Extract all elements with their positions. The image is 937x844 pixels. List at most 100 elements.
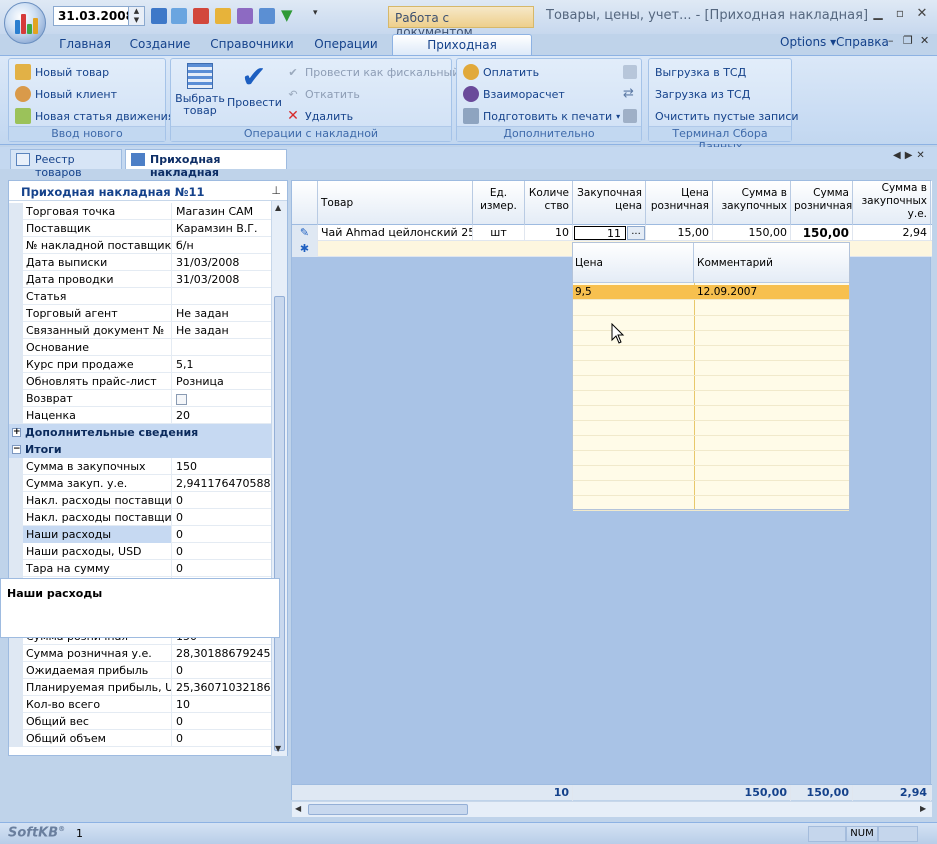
property-value[interactable]: 0 (172, 543, 271, 560)
property-row[interactable]: Общий вес 0 (9, 713, 271, 730)
db-icon[interactable] (623, 65, 637, 79)
category-cat_totals[interactable]: − Итоги (9, 441, 271, 458)
date-spin-button[interactable]: ▲ ▼ (128, 7, 144, 25)
maximize-icon[interactable]: ▫ (891, 6, 909, 22)
tab-incoming-invoice[interactable]: Приходная накладная (125, 149, 287, 179)
property-value[interactable]: 0 (172, 526, 271, 543)
property-value[interactable]: 20 (172, 407, 271, 424)
col-buy-price-header[interactable]: Закупочная цена (573, 181, 646, 225)
prepare-print-button[interactable]: Подготовить к печати ▾ (463, 106, 620, 126)
qat-calc-icon[interactable] (215, 8, 231, 24)
property-value[interactable]: 0 (172, 730, 271, 747)
post-button[interactable]: ✔ Провести (227, 63, 282, 109)
scroll-thumb[interactable] (274, 296, 285, 751)
col-product-header[interactable]: Товар (318, 181, 473, 225)
h-scroll-thumb[interactable] (308, 804, 468, 815)
mdi-minimize-icon[interactable]: – (888, 34, 894, 47)
tab-invoice[interactable]: Приходная накладная (392, 34, 532, 66)
property-row[interactable]: Связанный документ № Не задан (9, 322, 271, 339)
property-value[interactable]: 0 (172, 509, 271, 526)
property-value[interactable]: 25,3607103218646 (172, 679, 271, 696)
property-row[interactable]: Поставщик Карамзин В.Г. (9, 220, 271, 237)
options-menu[interactable]: Options ▾ (780, 35, 836, 49)
close-icon[interactable]: ✕ (913, 6, 931, 22)
property-row[interactable]: Наценка 20 (9, 407, 271, 424)
cell-retail[interactable]: 15,00 (646, 225, 713, 241)
col-retail-price-header[interactable]: Цена розничная (646, 181, 713, 225)
delete-button[interactable]: ✕ Удалить (285, 106, 353, 126)
property-value[interactable]: Магазин САМ (172, 203, 271, 220)
import-tsd-button[interactable]: Загрузка из ТСД (655, 84, 750, 104)
select-product-button[interactable]: Выбрать товар (175, 63, 225, 117)
property-value[interactable]: 10 (172, 696, 271, 713)
transfer-icon[interactable]: ⇄ (623, 86, 634, 101)
clear-empty-button[interactable]: Очистить пустые записи (655, 106, 799, 126)
list-item[interactable]: 9,5 12.09.2007 (573, 285, 849, 300)
cell-sum-usd[interactable]: 2,94 (853, 225, 931, 241)
property-value[interactable]: б/н (172, 237, 271, 254)
rollback-button[interactable]: ↶ Откатить (285, 84, 360, 104)
qat-filter-icon[interactable]: ▼ (281, 7, 297, 23)
grid-horizontal-scrollbar[interactable]: ◀ ▶ (292, 801, 932, 817)
cell-product[interactable]: Чай Ahmad цейлонский 250 гр (318, 225, 473, 241)
col-comment-header[interactable]: Комментарий (694, 243, 849, 283)
tab-references[interactable]: Справочники (206, 34, 298, 56)
settings-print-icon[interactable] (623, 109, 637, 123)
property-row[interactable]: Наши расходы, USD 0 (9, 543, 271, 560)
property-row[interactable]: Наши расходы 0 (9, 526, 271, 543)
property-row[interactable]: Торговая точка Магазин САМ (9, 203, 271, 220)
qat-list-icon[interactable] (151, 8, 167, 24)
export-tsd-button[interactable]: Выгрузка в ТСД (655, 62, 746, 82)
property-value[interactable] (172, 390, 271, 407)
settlement-button[interactable]: Взаиморасчет (463, 84, 565, 104)
ellipsis-button[interactable]: ... (627, 226, 645, 240)
property-row[interactable]: Сумма в закупочных 150 (9, 458, 271, 475)
buy-price-input[interactable]: 11 (574, 226, 626, 240)
cell-sum-buy[interactable]: 150,00 (713, 225, 791, 241)
col-unit-header[interactable]: Ед. измер. (473, 181, 525, 225)
category-cat_extra[interactable]: + Дополнительные сведения (9, 424, 271, 441)
help-menu[interactable]: Справка (836, 35, 889, 49)
property-row[interactable]: Накл. расходы поставщика 0 (9, 492, 271, 509)
mdi-close-icon[interactable]: ✕ (920, 34, 929, 47)
property-value[interactable]: 31/03/2008 (172, 254, 271, 271)
property-value[interactable]: 0 (172, 713, 271, 730)
pin-icon[interactable]: ⊥ (271, 184, 281, 197)
property-row[interactable]: Возврат (9, 390, 271, 407)
property-row[interactable]: Дата выписки 31/03/2008 (9, 254, 271, 271)
cell-qty[interactable]: 10 (525, 225, 573, 241)
tab-create[interactable]: Создание (128, 34, 192, 56)
property-value[interactable]: 0 (172, 560, 271, 577)
property-row[interactable]: Дата проводки 31/03/2008 (9, 271, 271, 288)
property-row[interactable]: № накладной поставщика б/н (9, 237, 271, 254)
return-checkbox[interactable] (176, 394, 187, 405)
post-fiscal-button[interactable]: ✔ Провести как фискальный (285, 62, 459, 82)
tab-home[interactable]: Главная (54, 34, 116, 56)
table-row[interactable]: ✎ Чай Ahmad цейлонский 250 гр шт 10 11 .… (292, 225, 932, 241)
property-row[interactable]: Накл. расходы поставщика,0 (9, 509, 271, 526)
property-row[interactable]: Тара на сумму 0 (9, 560, 271, 577)
property-value[interactable]: Розница (172, 373, 271, 390)
col-sum-usd-header[interactable]: Сумма в закупочных у.е. (853, 181, 931, 225)
property-value[interactable]: 0 (172, 662, 271, 679)
property-value[interactable]: 0 (172, 492, 271, 509)
col-qty-header[interactable]: Количе ство (525, 181, 573, 225)
property-value[interactable]: 150 (172, 458, 271, 475)
tab-operations[interactable]: Операции (310, 34, 382, 56)
col-price-header[interactable]: Цена (573, 243, 694, 283)
panel-scrollbar[interactable]: ▲ ▼ (271, 201, 287, 756)
new-movement-article-button[interactable]: Новая статья движения (15, 106, 174, 126)
property-row[interactable]: Сумма закуп. у.е.2,94117647058824 (9, 475, 271, 492)
tab-nav-buttons[interactable]: ◀▶✕ (893, 150, 929, 161)
property-row[interactable]: Общий объем 0 (9, 730, 271, 747)
cell-sum-retail[interactable]: 150,00 (791, 225, 853, 241)
property-row[interactable]: Планируемая прибыль, USD25,3607103218646 (9, 679, 271, 696)
property-value[interactable]: 28,3018867924528 (172, 645, 271, 662)
cell-unit[interactable]: шт (473, 225, 525, 241)
property-value[interactable] (172, 339, 271, 356)
qat-report-icon[interactable] (259, 8, 275, 24)
col-sum-buy-header[interactable]: Сумма в закупочных (713, 181, 791, 225)
expand-icon[interactable]: + (12, 428, 21, 437)
pay-button[interactable]: Оплатить (463, 62, 539, 82)
new-product-button[interactable]: Новый товар (15, 62, 109, 82)
